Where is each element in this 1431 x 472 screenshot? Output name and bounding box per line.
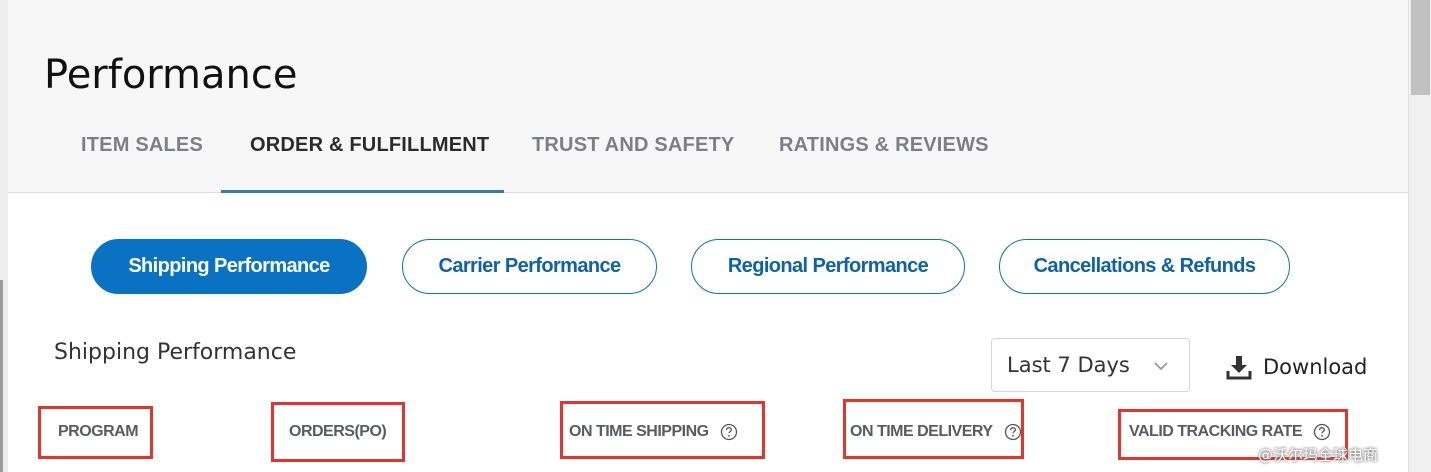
tab-trust-and-safety[interactable]: TRUST AND SAFETY — [532, 134, 734, 157]
section-title: Shipping Performance — [54, 340, 297, 365]
highlight-box-program — [38, 406, 153, 459]
subtab-cancellations-refunds[interactable]: Cancellations & Refunds — [999, 239, 1290, 294]
date-range-value: Last 7 Days — [1007, 353, 1130, 377]
left-edge-shadow — [0, 280, 3, 472]
highlight-box-on-time-delivery — [843, 399, 1024, 459]
download-icon — [1226, 356, 1252, 380]
watermark: @沃尔玛全球电商 — [1258, 446, 1379, 464]
subtab-regional-performance[interactable]: Regional Performance — [691, 239, 965, 294]
scrollbar-thumb[interactable] — [1411, 0, 1430, 95]
tab-order-fulfillment[interactable]: ORDER & FULFILLMENT — [250, 134, 489, 157]
left-edge — [0, 0, 8, 472]
subtab-carrier-performance[interactable]: Carrier Performance — [402, 239, 657, 294]
tab-ratings-reviews[interactable]: RATINGS & REVIEWS — [779, 134, 989, 157]
download-button[interactable]: Download — [1225, 352, 1367, 382]
page-title: Performance — [44, 52, 298, 98]
tab-item-sales[interactable]: ITEM SALES — [81, 134, 203, 157]
active-tab-indicator — [221, 190, 504, 193]
date-range-select[interactable]: Last 7 Days — [991, 338, 1190, 392]
chevron-down-icon — [1154, 362, 1168, 371]
subtab-shipping-performance[interactable]: Shipping Performance — [91, 239, 367, 294]
highlight-box-on-time-shipping — [560, 401, 765, 459]
highlight-box-orders — [271, 402, 405, 462]
vertical-scrollbar[interactable] — [1408, 0, 1431, 472]
download-label: Download — [1263, 355, 1368, 379]
page-header: Performance ITEM SALES ORDER & FULFILLME… — [8, 0, 1408, 193]
